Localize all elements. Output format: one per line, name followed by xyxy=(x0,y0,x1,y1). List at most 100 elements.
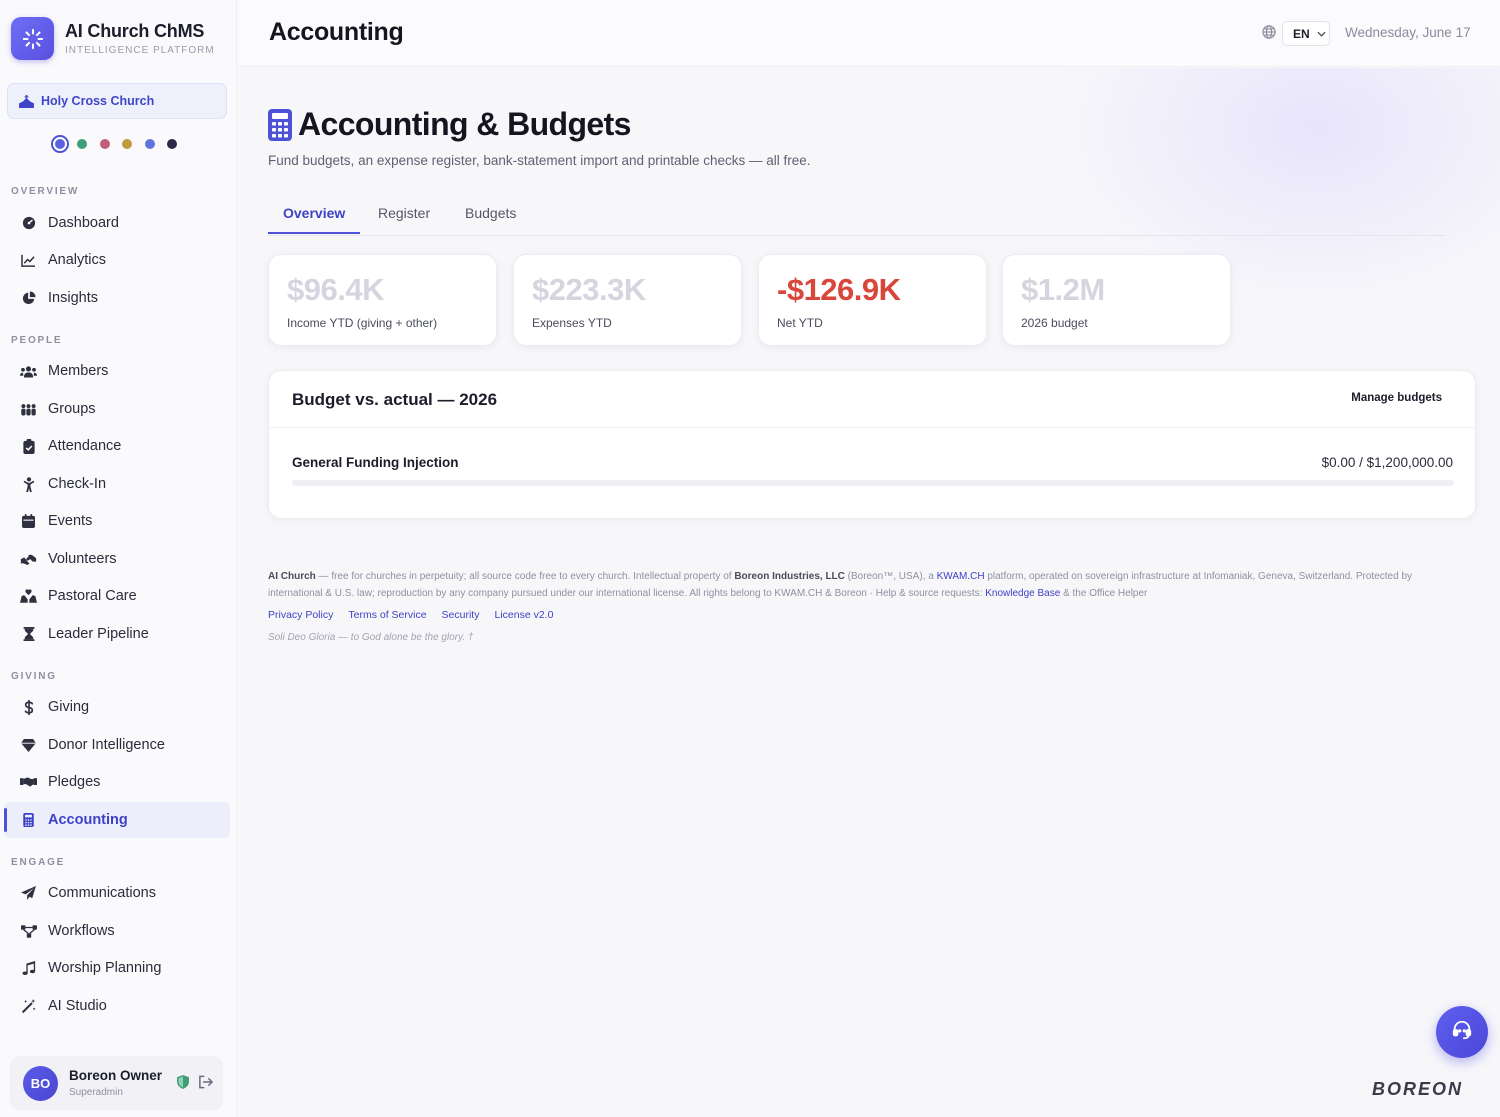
sidebar-item-attendance[interactable]: Attendance xyxy=(4,428,230,464)
stat-label: Net YTD xyxy=(777,316,823,330)
tab-budgets[interactable]: Budgets xyxy=(465,205,516,221)
theme-dot-2[interactable] xyxy=(99,139,110,149)
nav-section-giving: GIVING xyxy=(11,671,57,682)
footer-text: — free for churches in perpetuity; all s… xyxy=(315,571,735,582)
manage-budgets-button[interactable]: Manage budgets xyxy=(1351,392,1442,404)
current-date: Wednesday, June 17 xyxy=(1345,25,1471,40)
sidebar-item-label: Pastoral Care xyxy=(48,588,137,604)
clipboard-check-icon xyxy=(20,438,37,454)
sidebar-item-accounting[interactable]: Accounting xyxy=(4,802,230,838)
stat-label: Expenses YTD xyxy=(532,316,612,330)
calendar-icon xyxy=(20,514,37,528)
top-bar: Accounting EN Wednesday, June 17 xyxy=(237,0,1500,67)
sidebar-item-donor-intelligence[interactable]: Donor Intelligence xyxy=(4,727,230,763)
gem-icon xyxy=(20,738,37,752)
boreon-watermark: BOREON xyxy=(1372,1079,1464,1099)
license-link[interactable]: License v2.0 xyxy=(494,609,553,621)
sidebar-item-label: Volunteers xyxy=(48,551,117,567)
user-role: Superadmin xyxy=(69,1087,123,1098)
tab-register[interactable]: Register xyxy=(378,205,430,221)
sidebar-item-giving[interactable]: Giving xyxy=(4,689,230,725)
theme-dot-0-fill xyxy=(55,139,65,149)
sidebar-item-pastoral-care[interactable]: Pastoral Care xyxy=(4,578,230,614)
footer-legal: AI Church — free for churches in perpetu… xyxy=(268,568,1468,602)
magic-wand-icon xyxy=(20,998,37,1014)
sidebar-item-leader-pipeline[interactable]: Leader Pipeline xyxy=(4,616,230,652)
stat-value: -$126.9K xyxy=(777,272,901,307)
sidebar-item-ai-studio[interactable]: AI Studio xyxy=(4,988,230,1024)
music-icon xyxy=(20,961,37,975)
privacy-policy-link[interactable]: Privacy Policy xyxy=(268,609,333,621)
knowledge-base-link[interactable]: Knowledge Base xyxy=(985,588,1060,599)
brand-logo-icon xyxy=(11,17,54,60)
nav-section-engage: ENGAGE xyxy=(11,857,66,868)
brand-title: AI Church ChMS xyxy=(65,21,205,41)
help-chat-button[interactable] xyxy=(1436,1006,1488,1058)
church-icon xyxy=(19,94,34,108)
theme-dot-5[interactable] xyxy=(167,139,177,149)
calculator-icon xyxy=(268,108,292,141)
theme-dot-1[interactable] xyxy=(77,139,87,149)
shield-icon xyxy=(177,1075,189,1089)
theme-dot-4[interactable] xyxy=(144,139,155,149)
sidebar-item-label: Analytics xyxy=(48,252,107,268)
workflow-icon xyxy=(20,924,37,938)
brand-subtitle: INTELLIGENCE PLATFORM xyxy=(65,45,215,56)
stat-value: $1.2M xyxy=(1021,272,1105,307)
tab-bar: Overview Register Budgets xyxy=(268,200,1446,236)
theme-switcher xyxy=(51,135,190,153)
sidebar-item-worship-planning[interactable]: Worship Planning xyxy=(4,950,230,986)
sidebar-item-label: Worship Planning xyxy=(48,960,162,976)
hands-helping-icon xyxy=(20,553,37,566)
stat-label: Income YTD (giving + other) xyxy=(287,316,438,330)
stat-card-income: $96.4K Income YTD (giving + other) xyxy=(268,254,497,346)
dashboard-icon xyxy=(20,216,37,230)
sidebar-item-label: Communications xyxy=(48,885,156,901)
sidebar-item-dashboard[interactable]: Dashboard xyxy=(4,205,230,241)
sidebar-item-members[interactable]: Members xyxy=(4,353,230,389)
user-card[interactable]: BO Boreon Owner Superadmin xyxy=(10,1056,223,1110)
sidebar-item-check-in[interactable]: Check-In xyxy=(4,466,230,502)
language-select[interactable]: EN xyxy=(1282,21,1330,46)
theme-dot-3[interactable] xyxy=(122,139,132,149)
hero-subtitle: Fund budgets, an expense register, bank-… xyxy=(268,153,811,168)
nav-section-people: PEOPLE xyxy=(11,335,63,346)
logout-icon[interactable] xyxy=(198,1075,213,1089)
kwam-link[interactable]: KWAM.CH xyxy=(937,571,985,582)
chevron-down-icon xyxy=(1317,31,1326,37)
hero-title: Accounting & Budgets xyxy=(268,106,631,143)
sidebar-item-analytics[interactable]: Analytics xyxy=(4,242,230,278)
tab-overview[interactable]: Overview xyxy=(283,205,345,221)
brand[interactable]: AI Church ChMS INTELLIGENCE PLATFORM xyxy=(11,17,215,60)
sidebar-item-communications[interactable]: Communications xyxy=(4,875,230,911)
sidebar-item-label: Attendance xyxy=(48,438,122,454)
users-icon xyxy=(20,365,37,378)
theme-dot-0[interactable] xyxy=(51,135,69,153)
sidebar-item-label: Insights xyxy=(48,290,98,306)
sidebar-item-volunteers[interactable]: Volunteers xyxy=(4,541,230,577)
sidebar-item-label: Dashboard xyxy=(48,215,119,231)
security-link[interactable]: Security xyxy=(442,609,480,621)
stat-label: 2026 budget xyxy=(1021,316,1088,330)
sidebar-item-label: Workflows xyxy=(48,923,115,939)
stat-value: $223.3K xyxy=(532,272,646,307)
sidebar-item-label: Accounting xyxy=(48,812,128,828)
church-selector[interactable]: Holy Cross Church xyxy=(7,83,227,119)
footer-motto: Soli Deo Gloria — to God alone be the gl… xyxy=(268,632,474,643)
sidebar-item-insights[interactable]: Insights xyxy=(4,280,230,316)
church-name: Holy Cross Church xyxy=(41,94,155,108)
sidebar-item-events[interactable]: Events xyxy=(4,503,230,539)
sidebar-item-pledges[interactable]: Pledges xyxy=(4,764,230,800)
sidebar-item-groups[interactable]: Groups xyxy=(4,391,230,427)
hero-heading: Accounting & Budgets xyxy=(298,106,631,142)
stat-card-budget: $1.2M 2026 budget xyxy=(1002,254,1231,346)
sidebar-item-label: Groups xyxy=(48,401,96,417)
terms-of-service-link[interactable]: Terms of Service xyxy=(348,609,426,621)
globe-icon xyxy=(1262,25,1276,39)
sidebar: AI Church ChMS INTELLIGENCE PLATFORM Hol… xyxy=(0,0,237,1117)
handshake-icon xyxy=(20,776,37,788)
sidebar-item-workflows[interactable]: Workflows xyxy=(4,913,230,949)
paper-plane-icon xyxy=(20,886,37,900)
main-content: Accounting & Budgets Fund budgets, an ex… xyxy=(237,68,1500,1117)
stat-value: $96.4K xyxy=(287,272,384,307)
